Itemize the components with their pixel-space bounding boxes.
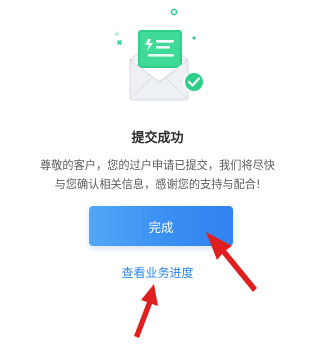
envelope-success-icon [114,8,205,101]
annotation-arrow-right [206,232,257,292]
result-title: 提交成功 [131,131,184,146]
check-circle-icon [183,71,205,93]
result-message-line-2: 与您确认相关信息，感谢您的支持与配合! [54,178,261,191]
result-message: 尊敬的客户，您的过户申请已提交，我们将尽快 与您确认相关信息，感谢您的支持与配合… [0,156,315,194]
result-message-line-1: 尊敬的客户，您的过户申请已提交，我们将尽快 [40,159,275,172]
view-progress-link[interactable]: 查看业务进度 [0,264,315,281]
annotation-arrow-left [134,284,158,338]
